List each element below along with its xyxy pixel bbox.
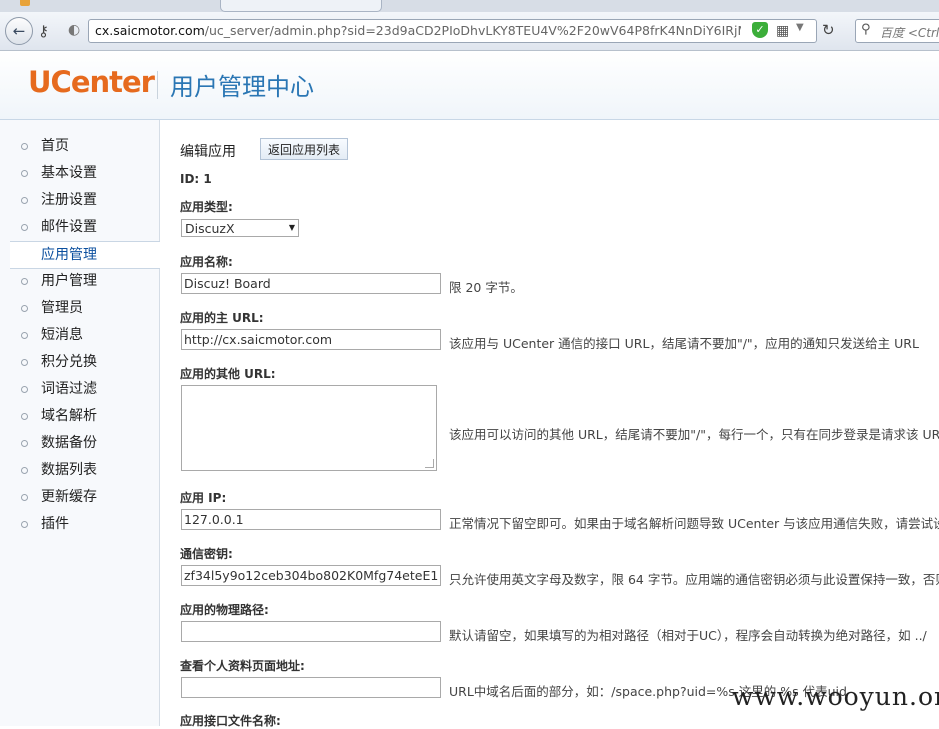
- other-url-hint: 该应用可以访问的其他 URL，结尾请不要加"/"，每行一个，只有在同步登录是请求…: [449, 427, 939, 442]
- api-file-label: 应用接口文件名称:: [180, 714, 281, 728]
- app-name-label: 应用名称:: [180, 255, 233, 269]
- app-ip-input[interactable]: [181, 509, 441, 530]
- sidebar-item-app-management[interactable]: 应用管理: [10, 241, 160, 269]
- physical-path-hint: 默认请留空，如果填写的为相对路径（相对于UC），程序会自动转换为绝对路径，如 .…: [449, 628, 927, 643]
- sidebar-item-dns[interactable]: 域名解析: [10, 403, 160, 429]
- bullet-icon: [21, 359, 28, 366]
- globe-icon: ◐: [68, 22, 81, 38]
- sidebar-item-backup[interactable]: 数据备份: [10, 430, 160, 456]
- other-url-textarea[interactable]: [181, 385, 437, 471]
- sidebar-item-admins[interactable]: 管理员: [10, 295, 160, 321]
- main-url-hint: 该应用与 UCenter 通信的接口 URL，结尾请不要加"/"，应用的通知只发…: [449, 336, 919, 351]
- url-text[interactable]: cx.saicmotor.com/uc_server/admin.php?sid…: [95, 23, 741, 38]
- back-arrow-icon[interactable]: ←: [5, 17, 33, 45]
- dropdown-triangle-icon[interactable]: ▼: [796, 22, 804, 33]
- bullet-icon: [21, 143, 28, 150]
- bullet-icon: [21, 197, 28, 204]
- bullet-icon: [21, 278, 28, 285]
- address-bar[interactable]: cx.saicmotor.com/uc_server/admin.php?sid…: [88, 19, 817, 43]
- back-to-app-list-button[interactable]: 返回应用列表: [260, 138, 348, 160]
- app-name-input[interactable]: [181, 273, 441, 294]
- other-url-label: 应用的其他 URL:: [180, 367, 276, 381]
- bullet-icon: [21, 494, 28, 501]
- url-path: /uc_server/admin.php?sid=23d9aCD2PIoDhvL…: [204, 23, 741, 38]
- sidebar-item-messages[interactable]: 短消息: [10, 322, 160, 348]
- app-ip-label: 应用 IP:: [180, 491, 227, 505]
- select-arrow-icon: ▼: [288, 223, 295, 232]
- sidebar: 首页 基本设置 注册设置 邮件设置 应用管理 用户管理 管理员 短消息 积分兑换…: [0, 120, 160, 726]
- main-content: 编辑应用 返回应用列表 ID: 1 应用类型: DiscuzX ▼ 应用名称: …: [160, 120, 939, 728]
- browser-tab[interactable]: [220, 0, 382, 12]
- bullet-icon: [21, 440, 28, 447]
- app-id: ID: 1: [180, 172, 212, 186]
- physical-path-label: 应用的物理路径:: [180, 603, 269, 617]
- search-box[interactable]: ⚲ 百度 <Ctrl+: [855, 19, 939, 43]
- app-type-select[interactable]: DiscuzX ▼: [181, 219, 299, 237]
- search-icon[interactable]: ⚲: [861, 22, 871, 37]
- sidebar-item-user-management[interactable]: 用户管理: [10, 268, 160, 294]
- app-type-value: DiscuzX: [185, 221, 235, 236]
- bullet-icon: [21, 467, 28, 474]
- sidebar-item-credit-exchange[interactable]: 积分兑换: [10, 349, 160, 375]
- sidebar-item-data-list[interactable]: 数据列表: [10, 457, 160, 483]
- comm-key-hint: 只允许使用英文字母及数字，限 64 字节。应用端的通信密钥必须与此设置保持一致，…: [449, 572, 939, 587]
- sidebar-item-mail-settings[interactable]: 邮件设置: [10, 214, 160, 240]
- bullet-icon: [21, 386, 28, 393]
- bullet-icon: [21, 224, 28, 231]
- comm-key-input[interactable]: [181, 565, 441, 586]
- shield-check-icon[interactable]: ✓: [752, 22, 768, 38]
- browser-tab-strip: [0, 0, 939, 12]
- header-title: 用户管理中心: [170, 73, 314, 101]
- search-placeholder: 百度 <Ctrl+: [880, 26, 939, 40]
- sidebar-item-update-cache[interactable]: 更新缓存: [10, 484, 160, 510]
- bullet-icon: [21, 305, 28, 312]
- resize-grip-icon[interactable]: [425, 459, 434, 468]
- watermark: www.wooyun.org: [732, 682, 939, 711]
- comm-key-label: 通信密钥:: [180, 547, 233, 561]
- bullet-icon: [21, 332, 28, 339]
- app-ip-hint: 正常情况下留空即可。如果由于域名解析问题导致 UCenter 与该应用通信失败，…: [449, 516, 939, 531]
- main-url-input[interactable]: [181, 329, 441, 350]
- header-divider: [157, 71, 158, 99]
- reload-icon[interactable]: ↻: [822, 21, 835, 39]
- ucenter-logo: UCenter: [28, 65, 155, 99]
- page-header: UCenter 用户管理中心: [0, 51, 939, 120]
- physical-path-input[interactable]: [181, 621, 441, 642]
- profile-url-input[interactable]: [181, 677, 441, 698]
- qr-code-icon[interactable]: ▦: [776, 23, 789, 39]
- sidebar-item-word-filter[interactable]: 词语过滤: [10, 376, 160, 402]
- bullet-icon: [21, 413, 28, 420]
- app-logo-icon: [20, 0, 30, 6]
- sidebar-item-basic-settings[interactable]: 基本设置: [10, 160, 160, 186]
- sidebar-item-plugins[interactable]: 插件: [10, 511, 160, 537]
- browser-toolbar: ← ⚷ ◐ cx.saicmotor.com/uc_server/admin.p…: [0, 12, 939, 51]
- main-url-label: 应用的主 URL:: [180, 311, 264, 325]
- sidebar-item-register-settings[interactable]: 注册设置: [10, 187, 160, 213]
- page-title: 编辑应用: [180, 144, 236, 160]
- url-host: cx.saicmotor.com: [95, 23, 205, 38]
- sidebar-item-home[interactable]: 首页: [10, 133, 160, 159]
- app-type-label: 应用类型:: [180, 200, 233, 214]
- key-icon[interactable]: ⚷: [38, 22, 49, 40]
- bullet-icon: [21, 170, 28, 177]
- bullet-icon: [21, 521, 28, 528]
- profile-url-label: 查看个人资料页面地址:: [180, 659, 305, 673]
- app-name-hint: 限 20 字节。: [449, 280, 523, 295]
